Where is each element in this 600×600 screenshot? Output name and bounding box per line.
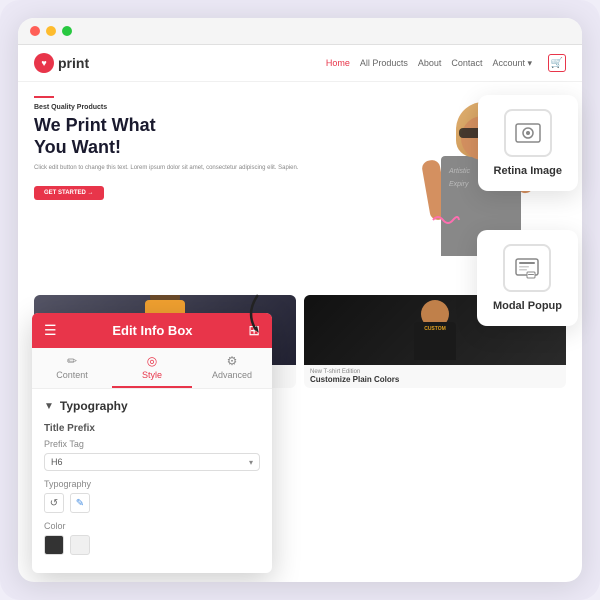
tab-advanced-label: Advanced xyxy=(212,370,252,380)
select-chevron-icon: ▾ xyxy=(249,458,253,467)
color-swatch-dark[interactable] xyxy=(44,535,64,555)
advanced-tab-icon: ⚙ xyxy=(227,354,238,368)
browser-dot-red xyxy=(30,26,40,36)
retina-image-icon xyxy=(514,119,542,147)
hero-cta-button[interactable]: GET STARTED → xyxy=(34,186,104,200)
nav-about[interactable]: About xyxy=(418,58,442,68)
typography-section-title: Typography xyxy=(60,399,128,413)
color-swatch-light[interactable] xyxy=(70,535,90,555)
panel-body: ▼ Typography Title Prefix Prefix Tag H6 … xyxy=(32,389,272,573)
typography-section-header: ▼ Typography xyxy=(44,399,260,413)
tab-content[interactable]: ✏ Content xyxy=(32,348,112,388)
prefix-tag-field: Prefix Tag H6 ▾ xyxy=(44,439,260,471)
logo-icon: ♥ xyxy=(34,53,54,73)
panel-menu-icon[interactable]: ☰ xyxy=(44,322,57,339)
modal-label: Modal Popup xyxy=(493,300,562,312)
tab-style[interactable]: ◎ Style xyxy=(112,348,192,388)
nav-links: Home All Products About Contact Account … xyxy=(326,54,566,72)
browser-dot-green xyxy=(62,26,72,36)
hero-subtitle: Best Quality Products xyxy=(34,104,416,111)
retina-label: Retina Image xyxy=(494,165,562,177)
modal-icon-box xyxy=(503,244,551,292)
hero-text: Best Quality Products We Print What You … xyxy=(34,92,416,287)
prefix-tag-value: H6 xyxy=(51,457,63,467)
feature-card-retina: Retina Image xyxy=(478,95,578,191)
typography-field: Typography ↺ ✎ xyxy=(44,479,260,513)
title-prefix-label: Title Prefix xyxy=(44,423,260,434)
edit-panel: ☰ Edit Info Box ⊞ ✏ Content ◎ Style ⚙ Ad… xyxy=(32,313,272,573)
typography-edit-icon[interactable]: ✎ xyxy=(70,493,90,513)
nav-account[interactable]: Account ▾ xyxy=(492,58,532,69)
nav-contact[interactable]: Contact xyxy=(451,58,482,68)
hero-desc: Click edit button to change this text. L… xyxy=(34,164,416,172)
hero-accent-line xyxy=(34,96,54,98)
modal-popup-icon xyxy=(513,254,541,282)
typography-field-label: Typography xyxy=(44,479,260,489)
tab-advanced[interactable]: ⚙ Advanced xyxy=(192,348,272,388)
product-name-2: Customize Plain Colors xyxy=(310,375,560,384)
squiggle xyxy=(431,212,461,232)
style-tab-icon: ◎ xyxy=(147,354,157,368)
tab-content-label: Content xyxy=(56,370,88,380)
typography-reset-icon[interactable]: ↺ xyxy=(44,493,64,513)
hero-title: We Print What You Want! xyxy=(34,115,416,158)
panel-tabs: ✏ Content ◎ Style ⚙ Advanced xyxy=(32,348,272,389)
section-collapse-arrow[interactable]: ▼ xyxy=(44,401,54,412)
browser-chrome xyxy=(18,18,582,45)
color-field-label: Color xyxy=(44,521,260,531)
typography-icon-row: ↺ ✎ xyxy=(44,493,260,513)
prefix-tag-row: H6 ▾ xyxy=(44,453,260,471)
color-field: Color xyxy=(44,521,260,555)
tab-style-label: Style xyxy=(142,370,162,380)
site-nav: ♥ print Home All Products About Contact … xyxy=(18,45,582,82)
title-prefix-group: Title Prefix Prefix Tag H6 ▾ Ty xyxy=(44,423,260,555)
feature-card-modal: Modal Popup xyxy=(477,230,578,326)
product-info-2: New T-shirt Edition Customize Plain Colo… xyxy=(304,365,566,388)
browser-dot-yellow xyxy=(46,26,56,36)
site-logo: ♥ print xyxy=(34,53,89,73)
content-tab-icon: ✏ xyxy=(67,354,77,368)
nav-home[interactable]: Home xyxy=(326,58,350,68)
panel-title: Edit Info Box xyxy=(65,323,241,338)
color-row xyxy=(44,535,260,555)
logo-text: print xyxy=(58,55,89,71)
retina-icon-box xyxy=(504,109,552,157)
prefix-tag-select[interactable]: H6 ▾ xyxy=(44,453,260,471)
nav-cart[interactable]: 🛒 xyxy=(548,54,566,72)
prefix-tag-label: Prefix Tag xyxy=(44,439,260,449)
nav-products[interactable]: All Products xyxy=(360,58,408,68)
